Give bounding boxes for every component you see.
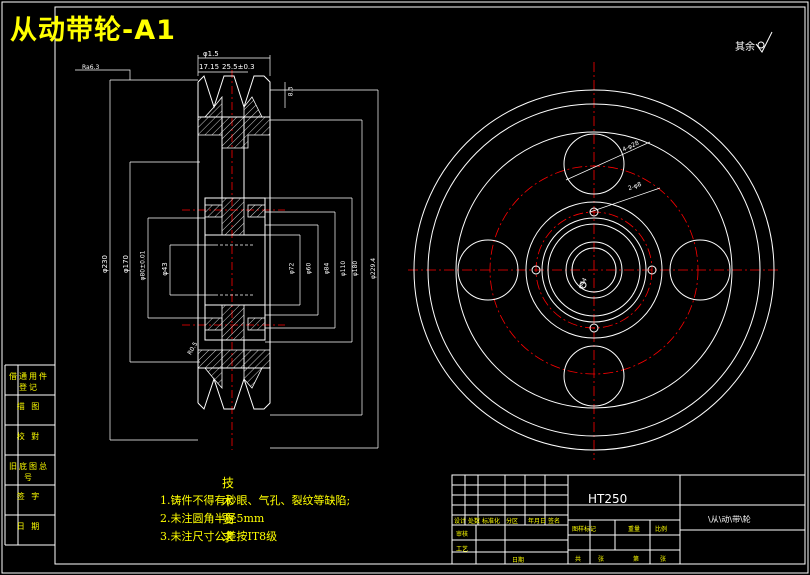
- note-item: 3.未注尺寸公差按IT8级: [160, 530, 278, 543]
- title-block-cell: 第: [633, 556, 640, 563]
- dimension-label: φ72: [288, 262, 296, 275]
- pulley-front-view: [408, 31, 780, 460]
- title-block-cell: 张: [598, 556, 605, 563]
- title-block-cell: 图样标记: [572, 526, 597, 533]
- roughness-label: 其余: [735, 42, 755, 53]
- side-label: 描 图: [16, 402, 42, 411]
- title-block-cell: 签名: [548, 518, 561, 525]
- dimension-label: φ60: [305, 262, 313, 275]
- drawing-name-label: \从\动\带\轮: [708, 515, 751, 524]
- dimension-label: φ230: [100, 255, 109, 273]
- title-block-cell: 比例: [655, 526, 668, 533]
- dimension-label: φ180: [352, 260, 360, 277]
- pulley-section-view: [75, 55, 379, 450]
- dimension-label: 8.3: [287, 86, 295, 97]
- side-label: 日 期: [16, 522, 42, 531]
- dimension-label: 17.15: [199, 63, 220, 71]
- title-block-cell: 审核: [456, 531, 469, 538]
- title-block-cell: 分区: [506, 518, 519, 525]
- side-label: 校 對: [16, 432, 42, 441]
- side-label: 借通用件登记: [9, 372, 49, 392]
- note-item: 2.未注圆角半径5mm: [160, 512, 265, 525]
- title-block-cell: 设计: [454, 518, 467, 525]
- note-item: 1.铸件不得有砂眼、气孔、裂纹等缺陷;: [160, 494, 351, 507]
- title-block-cell: 年月日: [528, 518, 547, 525]
- dimension-label: 25.5±0.3: [222, 63, 255, 71]
- title-block-cell: 重量: [628, 526, 641, 533]
- dimension-label: φ43: [160, 262, 169, 276]
- title-block-cell: 处数: [468, 518, 481, 525]
- title-block-cell: 工艺: [456, 546, 469, 553]
- title-block: [451, 474, 806, 565]
- side-label: 签 字: [16, 492, 42, 501]
- inner-frame: [54, 6, 806, 565]
- dimension-label: φ1.5: [203, 50, 219, 58]
- dimension-label: Ra6.3: [82, 64, 100, 71]
- cad-drawing: [1, 1, 809, 574]
- outer-border: [1, 1, 809, 574]
- title-block-cell: 张: [660, 556, 667, 563]
- dimension-label: φ170: [121, 255, 130, 273]
- material-label: HT250: [588, 492, 628, 506]
- title-block-cell: 标准化: [482, 518, 501, 525]
- title-block-cell: 共: [575, 556, 582, 563]
- dimension-label: φ80±0.01: [139, 250, 147, 281]
- dimension-label: φ84: [323, 262, 331, 275]
- title-block-cell: 日期: [512, 557, 525, 564]
- drawing-title: 从动带轮-A1: [10, 15, 176, 46]
- dimension-label: φ229.4: [370, 257, 378, 280]
- dimension-label: φ110: [340, 260, 348, 277]
- side-label: 旧底图总号: [9, 462, 49, 482]
